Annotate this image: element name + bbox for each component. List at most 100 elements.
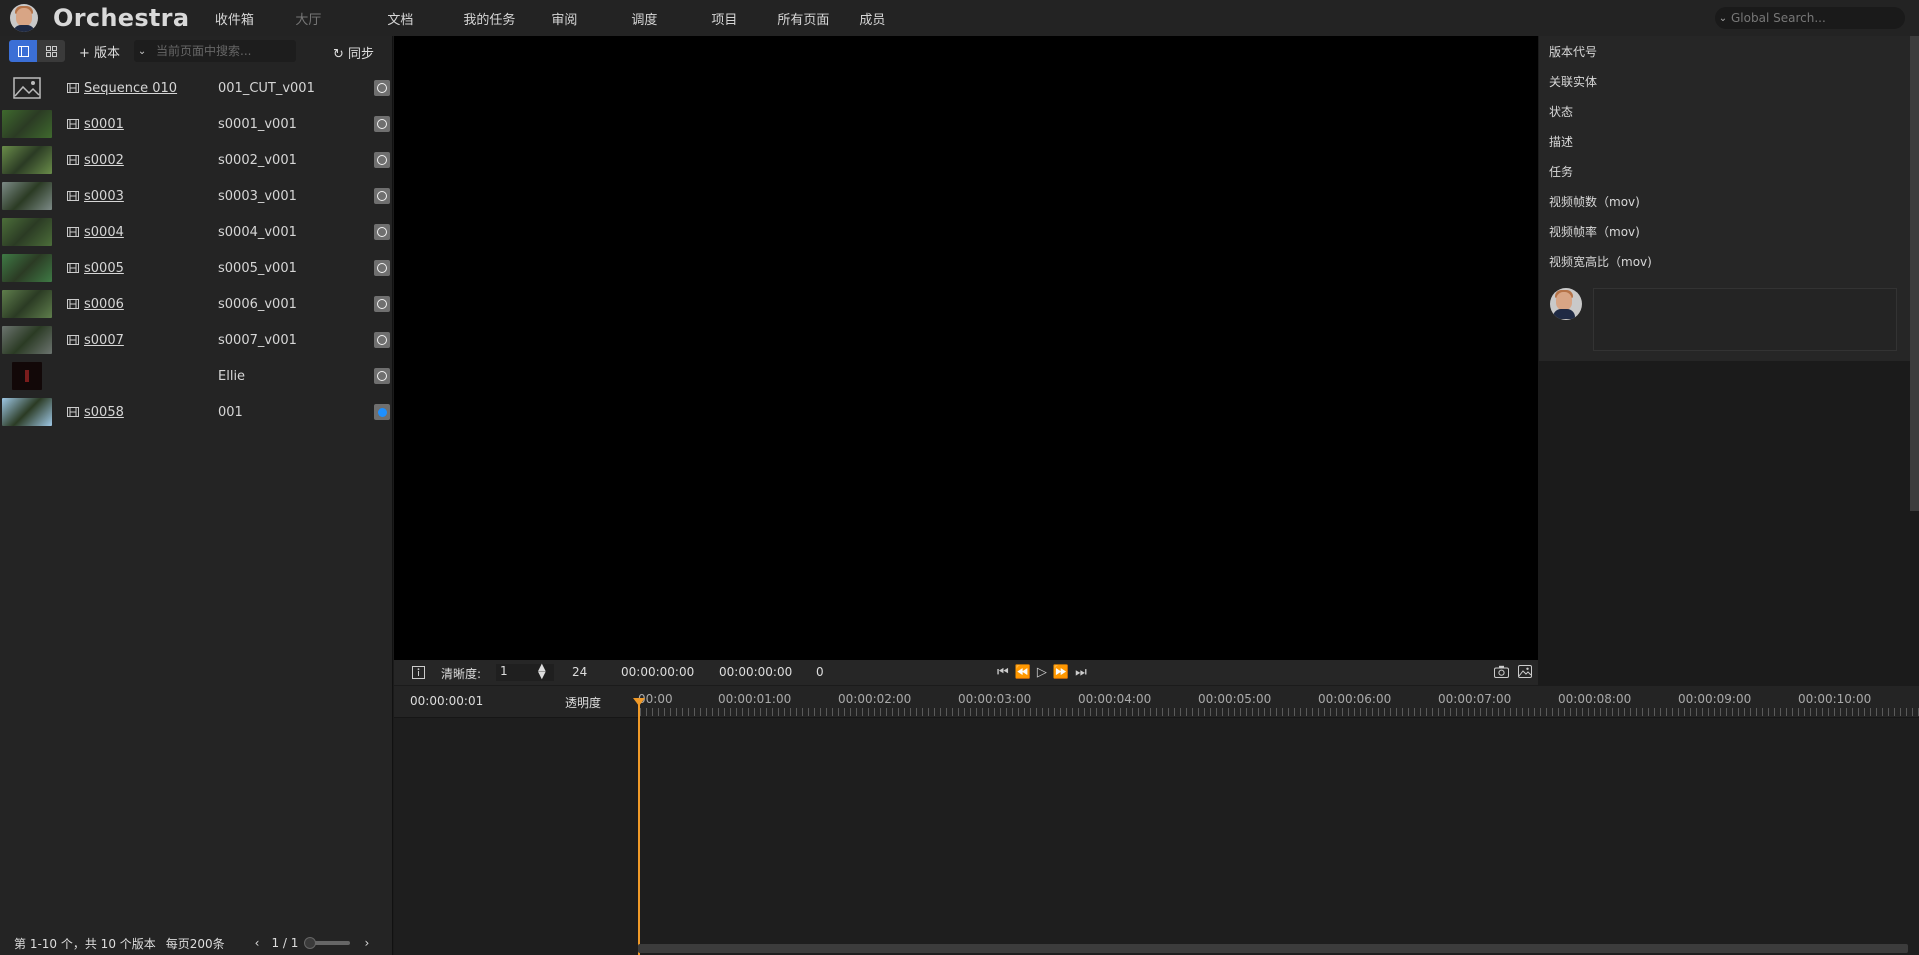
version-entity-link[interactable]: s0002 <box>84 153 124 168</box>
version-thumbnail[interactable] <box>2 290 52 318</box>
info-icon[interactable] <box>412 666 425 682</box>
version-row[interactable]: Sequence 010 001_CUT_v001 <box>0 70 393 106</box>
add-version-button[interactable]: + 版本 <box>79 42 120 61</box>
version-row[interactable]: Ellie <box>0 358 393 394</box>
version-thumbnail[interactable] <box>12 362 42 390</box>
media-viewer[interactable] <box>394 36 1538 660</box>
thumb-size-slider[interactable] <box>304 937 351 949</box>
comment-box[interactable] <box>1593 288 1897 351</box>
version-thumbnail[interactable] <box>2 218 52 246</box>
sync-button[interactable]: ↻ 同步 <box>333 43 374 62</box>
image-icon[interactable] <box>1518 665 1532 681</box>
version-row[interactable]: s0003 s0003_v001 <box>0 178 393 214</box>
timeline-scrollbar[interactable] <box>638 944 1908 953</box>
ruler-tick <box>1780 708 1781 716</box>
global-search-input[interactable] <box>1731 11 1891 25</box>
status-icon[interactable] <box>374 404 390 420</box>
sync-label: 同步 <box>347 47 374 62</box>
page-indicator: 1 / 1 <box>271 936 299 950</box>
ruler-tick <box>814 708 815 716</box>
ruler-tick <box>1168 708 1169 716</box>
version-entity-link[interactable]: s0004 <box>84 225 124 240</box>
nav-item-4[interactable]: 审阅 <box>539 9 589 28</box>
ruler-tick <box>1852 708 1853 716</box>
playhead-handle-icon[interactable] <box>633 698 645 706</box>
version-entity-link[interactable]: Sequence 010 <box>84 81 177 96</box>
nav-item-3[interactable]: 我的任务 <box>453 9 525 28</box>
status-icon[interactable] <box>374 368 390 384</box>
status-icon[interactable] <box>374 116 390 132</box>
step-back-icon[interactable]: ⏪ <box>1015 665 1037 680</box>
list-footer: 第 1-10 个，共 10 个版本 每页200条 ‹ 1 / 1 › <box>0 931 393 955</box>
version-row[interactable]: s0002 s0002_v001 <box>0 142 393 178</box>
next-page-icon[interactable]: › <box>364 936 369 950</box>
ruler-tick <box>1360 708 1361 716</box>
nav-item-6[interactable]: 项目 <box>699 9 749 28</box>
step-forward-icon[interactable]: ⏩ <box>1053 665 1075 680</box>
ruler-tick <box>838 708 839 716</box>
grid-view-icon[interactable] <box>37 40 65 62</box>
version-row[interactable]: s0005 s0005_v001 <box>0 250 393 286</box>
version-thumbnail[interactable] <box>2 182 52 210</box>
ruler-tick <box>988 708 989 716</box>
status-icon[interactable] <box>374 80 390 96</box>
status-icon[interactable] <box>374 188 390 204</box>
version-entity-link[interactable]: s0007 <box>84 333 124 348</box>
ruler-tick <box>700 708 701 716</box>
playhead[interactable] <box>638 700 640 955</box>
ruler-tick <box>952 708 953 716</box>
ruler-tick <box>1828 708 1829 716</box>
version-entity-link[interactable]: s0001 <box>84 117 124 132</box>
app-brand[interactable]: Orchestra <box>53 4 189 32</box>
chevron-down-icon[interactable]: ⌄ <box>134 46 150 57</box>
global-search[interactable]: ⌄ <box>1715 7 1905 29</box>
page-search[interactable]: ⌄ <box>134 40 297 62</box>
current-timecode: 00:00:00:00 <box>621 665 695 679</box>
skip-to-start-icon[interactable]: ⏮ <box>997 665 1015 680</box>
version-row[interactable]: s0058 001 <box>0 394 393 430</box>
user-avatar[interactable] <box>10 4 38 32</box>
version-row[interactable]: s0004 s0004_v001 <box>0 214 393 250</box>
camera-icon[interactable] <box>1494 665 1509 681</box>
stepper-icon[interactable]: ▲ ▼ <box>538 663 546 681</box>
version-thumbnail[interactable] <box>2 398 52 426</box>
version-entity-link[interactable]: s0058 <box>84 405 124 420</box>
status-icon[interactable] <box>374 332 390 348</box>
nav-item-7[interactable]: 所有页面 <box>763 9 843 28</box>
film-icon <box>67 155 79 165</box>
ruler-tick <box>1060 708 1061 716</box>
version-thumbnail[interactable] <box>2 326 52 354</box>
page-search-input[interactable] <box>150 44 291 58</box>
ruler-tick <box>1846 708 1847 716</box>
ruler-tick <box>640 708 641 716</box>
ruler-tick <box>1666 708 1667 716</box>
ruler-tick <box>664 708 665 716</box>
chevron-down-icon[interactable]: ⌄ <box>1715 13 1731 24</box>
version-row[interactable]: s0001 s0001_v001 <box>0 106 393 142</box>
version-thumbnail[interactable] <box>2 254 52 282</box>
version-thumbnail[interactable] <box>2 146 52 174</box>
nav-item-5[interactable]: 调度 <box>619 9 669 28</box>
ruler-tick <box>1648 708 1649 716</box>
status-icon[interactable] <box>374 152 390 168</box>
version-entity-link[interactable]: s0003 <box>84 189 124 204</box>
version-entity-link[interactable]: s0005 <box>84 261 124 276</box>
prev-page-icon[interactable]: ‹ <box>255 936 260 950</box>
version-entity-link[interactable]: s0006 <box>84 297 124 312</box>
status-icon[interactable] <box>374 296 390 312</box>
version-thumbnail[interactable] <box>2 110 52 138</box>
page-size-select[interactable]: 每页200条 <box>166 935 225 952</box>
film-icon <box>67 119 79 129</box>
nav-item-0[interactable]: 收件箱 <box>203 9 265 28</box>
nav-item-8[interactable]: 成员 <box>847 9 897 28</box>
status-icon[interactable] <box>374 224 390 240</box>
list-view-icon[interactable] <box>9 40 37 62</box>
version-row[interactable]: s0006 s0006_v001 <box>0 286 393 322</box>
nav-item-1[interactable]: 大厅 <box>283 9 333 28</box>
nav-item-2[interactable]: 文档 <box>375 9 425 28</box>
play-icon[interactable]: ▷ <box>1037 665 1053 680</box>
skip-to-end-icon[interactable]: ⏭ <box>1075 665 1093 680</box>
version-row[interactable]: s0007 s0007_v001 <box>0 322 393 358</box>
status-icon[interactable] <box>374 260 390 276</box>
right-panel-scrollbar[interactable] <box>1910 36 1919 511</box>
